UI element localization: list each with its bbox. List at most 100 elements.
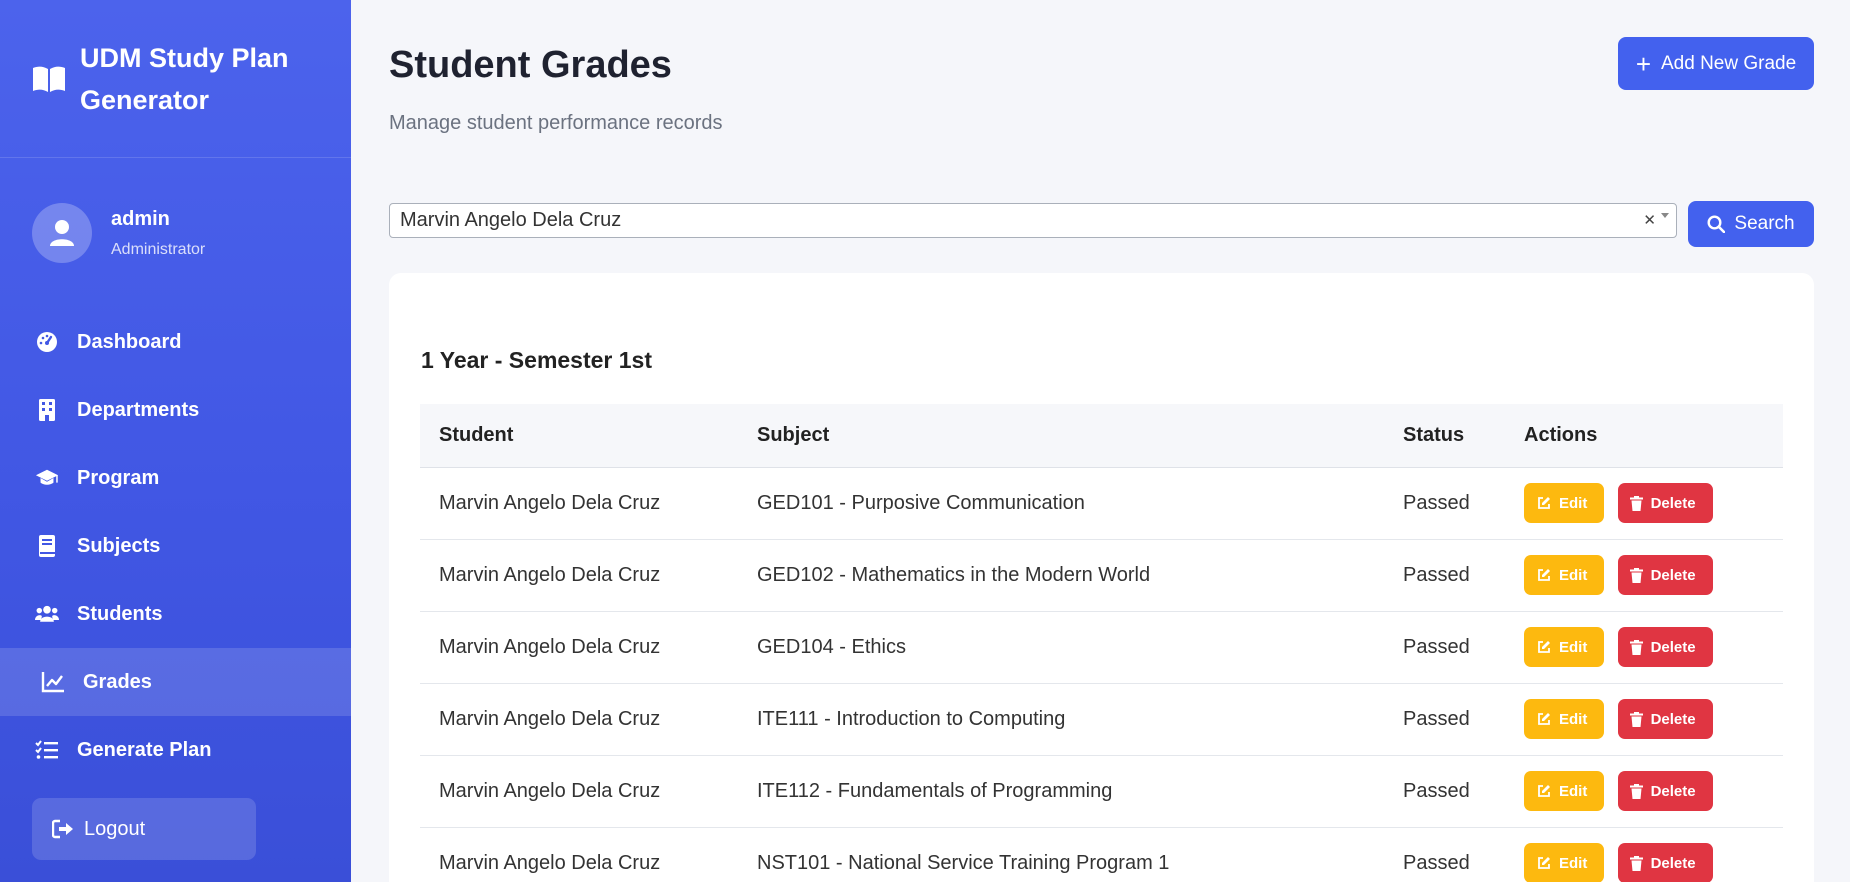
edit-button[interactable]: Edit — [1524, 555, 1604, 595]
delete-label: Delete — [1650, 494, 1696, 512]
sidebar-item-label: Grades — [83, 670, 152, 693]
delete-button[interactable]: Delete — [1617, 627, 1713, 667]
avatar — [32, 203, 92, 263]
table-row: Marvin Angelo Dela Cruz ITE112 - Fundame… — [420, 755, 1783, 828]
trash-icon — [1629, 639, 1643, 655]
sidebar-item-students[interactable]: Students — [0, 580, 351, 648]
sidebar: UDM Study Plan Generator admin Administr… — [0, 0, 351, 882]
delete-button[interactable]: Delete — [1617, 843, 1713, 882]
user-icon — [50, 220, 74, 246]
cell-subject: GED101 - Purposive Communication — [738, 467, 1384, 540]
add-new-grade-button[interactable]: + Add New Grade — [1618, 37, 1814, 90]
delete-label: Delete — [1650, 566, 1696, 584]
column-header-subject: Subject — [738, 404, 1384, 468]
edit-label: Edit — [1559, 638, 1588, 656]
trash-icon — [1629, 495, 1643, 511]
clear-selection-icon[interactable]: ✕ — [1643, 211, 1656, 229]
users-icon — [35, 602, 59, 626]
sidebar-item-label: Program — [77, 466, 160, 489]
user-role: Administrator — [111, 240, 206, 258]
cell-student: Marvin Angelo Dela Cruz — [420, 755, 738, 828]
cell-status: Passed — [1384, 683, 1505, 756]
sidebar-item-label: Dashboard — [77, 330, 182, 353]
search-icon — [1707, 215, 1726, 233]
edit-button[interactable]: Edit — [1524, 843, 1604, 882]
cell-status: Passed — [1384, 539, 1505, 612]
sidebar-nav: Dashboard Departments Program Subjects S… — [0, 308, 351, 784]
cell-subject: GED104 - Ethics — [738, 611, 1384, 684]
sign-out-icon — [52, 819, 74, 839]
delete-label: Delete — [1650, 638, 1696, 656]
table-header-row: Student Subject Status Actions — [420, 404, 1783, 468]
open-book-icon — [31, 64, 67, 94]
logout-button[interactable]: Logout — [32, 798, 256, 860]
search-label: Search — [1734, 213, 1795, 234]
student-select[interactable]: Marvin Angelo Dela Cruz ✕ — [389, 203, 1677, 238]
sidebar-item-program[interactable]: Program — [0, 444, 351, 512]
book-icon — [35, 534, 59, 558]
cell-actions: Edit Delete — [1505, 827, 1783, 882]
cell-student: Marvin Angelo Dela Cruz — [420, 683, 738, 756]
column-header-actions: Actions — [1505, 404, 1783, 468]
edit-icon — [1537, 784, 1551, 798]
page-title: Student Grades — [389, 44, 672, 86]
cell-actions: Edit Delete — [1505, 611, 1783, 684]
trash-icon — [1629, 711, 1643, 727]
cell-subject: ITE111 - Introduction to Computing — [738, 683, 1384, 756]
add-new-grade-label: Add New Grade — [1661, 52, 1797, 74]
edit-label: Edit — [1559, 494, 1588, 512]
gauge-icon — [35, 330, 59, 354]
edit-button[interactable]: Edit — [1524, 771, 1604, 811]
sidebar-item-grades[interactable]: Grades — [0, 648, 351, 716]
edit-icon — [1537, 712, 1551, 726]
plus-icon: + — [1635, 48, 1651, 79]
edit-icon — [1537, 496, 1551, 510]
edit-button[interactable]: Edit — [1524, 699, 1604, 739]
user-name: admin — [111, 207, 170, 230]
building-icon — [35, 398, 59, 422]
cell-student: Marvin Angelo Dela Cruz — [420, 467, 738, 540]
grades-card: 1 Year - Semester 1st Student Subject St… — [389, 273, 1814, 882]
sidebar-item-label: Departments — [77, 398, 200, 421]
delete-button[interactable]: Delete — [1617, 483, 1713, 523]
table-row: Marvin Angelo Dela Cruz GED102 - Mathema… — [420, 539, 1783, 612]
chart-line-icon — [41, 670, 65, 694]
edit-button[interactable]: Edit — [1524, 483, 1604, 523]
user-profile: admin Administrator — [0, 158, 351, 308]
table-row: Marvin Angelo Dela Cruz GED101 - Purposi… — [420, 467, 1783, 540]
grades-table: Student Subject Status Actions Marvin An… — [420, 404, 1783, 882]
edit-button[interactable]: Edit — [1524, 627, 1604, 667]
cell-actions: Edit Delete — [1505, 683, 1783, 756]
delete-label: Delete — [1650, 710, 1696, 728]
edit-label: Edit — [1559, 782, 1588, 800]
sidebar-item-label: Students — [77, 602, 163, 625]
delete-button[interactable]: Delete — [1617, 771, 1713, 811]
cell-actions: Edit Delete — [1505, 755, 1783, 828]
sidebar-item-label: Generate Plan — [77, 738, 212, 761]
brand: UDM Study Plan Generator — [0, 0, 351, 158]
cell-student: Marvin Angelo Dela Cruz — [420, 827, 738, 882]
edit-label: Edit — [1559, 710, 1588, 728]
graduation-cap-icon — [35, 466, 59, 490]
trash-icon — [1629, 567, 1643, 583]
delete-button[interactable]: Delete — [1617, 699, 1713, 739]
sidebar-item-departments[interactable]: Departments — [0, 376, 351, 444]
logout-label: Logout — [84, 817, 146, 840]
delete-button[interactable]: Delete — [1617, 555, 1713, 595]
table-row: Marvin Angelo Dela Cruz ITE111 - Introdu… — [420, 683, 1783, 756]
trash-icon — [1629, 855, 1643, 871]
search-button[interactable]: Search — [1688, 201, 1814, 247]
section-title: 1 Year - Semester 1st — [421, 347, 653, 373]
cell-student: Marvin Angelo Dela Cruz — [420, 611, 738, 684]
delete-label: Delete — [1650, 782, 1696, 800]
sidebar-item-generate-plan[interactable]: Generate Plan — [0, 716, 351, 784]
main-content: Student Grades Manage student performanc… — [351, 0, 1850, 882]
edit-icon — [1537, 568, 1551, 582]
table-row: Marvin Angelo Dela Cruz GED104 - Ethics … — [420, 611, 1783, 684]
column-header-status: Status — [1384, 404, 1505, 468]
sidebar-item-subjects[interactable]: Subjects — [0, 512, 351, 580]
sidebar-item-dashboard[interactable]: Dashboard — [0, 308, 351, 376]
cell-status: Passed — [1384, 467, 1505, 540]
column-header-student: Student — [420, 404, 738, 468]
chevron-down-icon[interactable] — [1661, 213, 1669, 218]
